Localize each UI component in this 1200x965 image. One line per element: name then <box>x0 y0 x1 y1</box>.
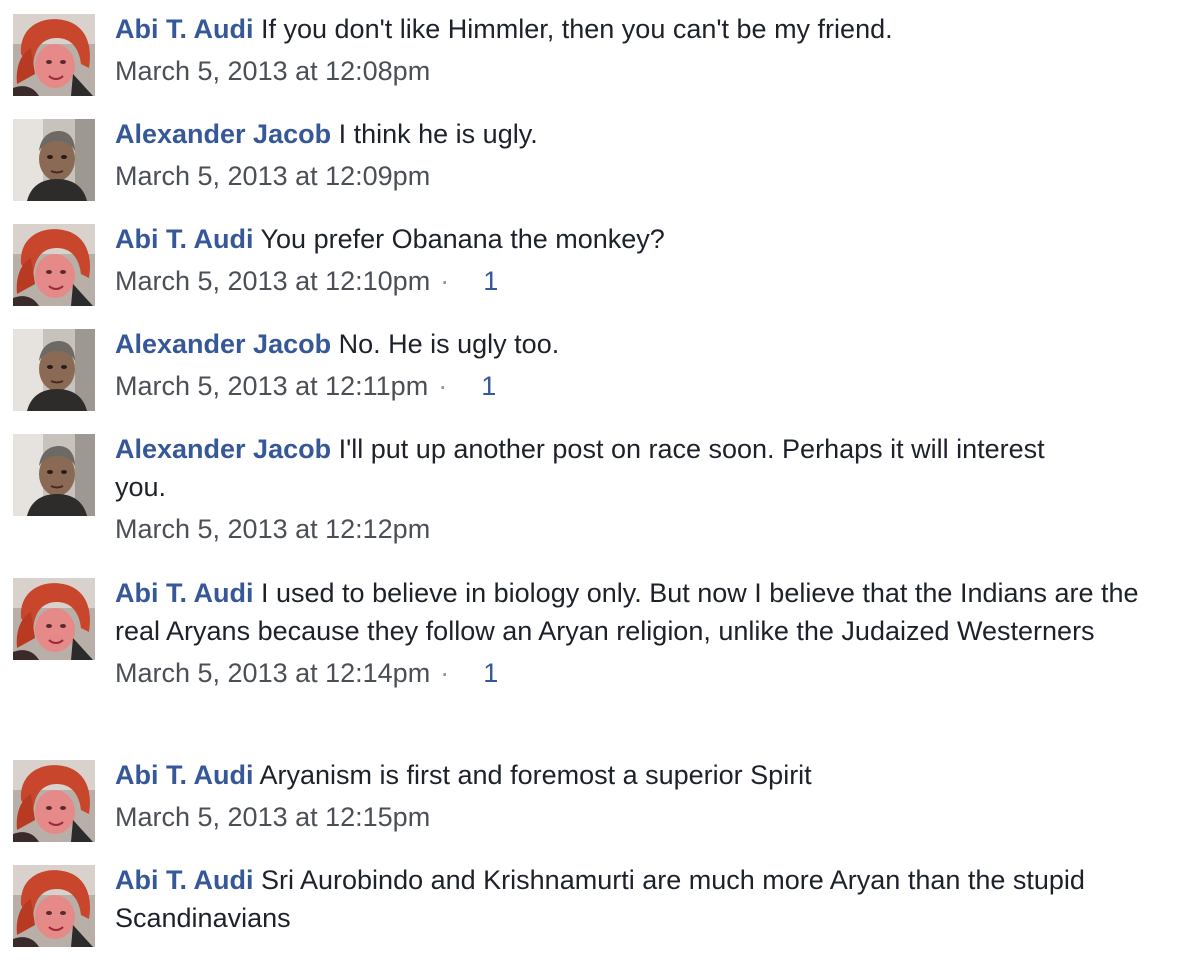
avatar-red-hair-woman-icon <box>13 578 95 660</box>
author-link[interactable]: Abi T. Audi <box>115 865 253 895</box>
comment-body: Alexander Jacob I'll put up another post… <box>115 430 1075 548</box>
comment-meta: March 5, 2013 at 12:12pm <box>115 510 1075 548</box>
comment-text: If you don't like Himmler, then you can'… <box>261 14 893 44</box>
comment-meta: March 5, 2013 at 12:08pm <box>115 52 1175 90</box>
like-count[interactable]: 1 <box>483 654 498 692</box>
comment-text-line: Abi T. Audi Aryanism is first and foremo… <box>115 756 1175 794</box>
comment-text: Aryanism is first and foremost a superio… <box>259 760 812 790</box>
like-count[interactable]: 1 <box>483 262 498 300</box>
comment-meta: March 5, 2013 at 12:09pm <box>115 157 1175 195</box>
avatar[interactable] <box>13 760 95 842</box>
avatar-red-hair-woman-icon <box>13 224 95 306</box>
comment-meta: March 5, 2013 at 12:15pm <box>115 798 1175 836</box>
comment-body: Abi T. Audi Sri Aurobindo and Krishnamur… <box>115 861 1155 937</box>
comment-meta: March 5, 2013 at 12:10pm · 1 <box>115 262 1175 300</box>
comment-body: Alexander Jacob I think he is ugly. Marc… <box>115 115 1175 195</box>
comment-text-line: Alexander Jacob I'll put up another post… <box>115 430 1075 506</box>
author-link[interactable]: Alexander Jacob <box>115 434 331 464</box>
avatar[interactable] <box>13 865 95 947</box>
avatar[interactable] <box>13 224 95 306</box>
comment-text: No. He is ugly too. <box>338 329 560 359</box>
comment-timestamp[interactable]: March 5, 2013 at 12:11pm <box>115 371 428 401</box>
comment-timestamp[interactable]: March 5, 2013 at 12:10pm <box>115 266 430 296</box>
comment-thread: Abi T. Audi If you don't like Himmler, t… <box>0 0 1200 965</box>
comment-timestamp[interactable]: March 5, 2013 at 12:09pm <box>115 161 430 191</box>
comment-body: Abi T. Audi You prefer Obanana the monke… <box>115 220 1175 300</box>
author-link[interactable]: Abi T. Audi <box>115 224 253 254</box>
comment-meta: March 5, 2013 at 12:14pm · 1 <box>115 654 1160 692</box>
comment-timestamp[interactable]: March 5, 2013 at 12:08pm <box>115 56 430 86</box>
meta-separator: · <box>440 658 450 688</box>
avatar-man-icon <box>13 119 95 201</box>
comment-text-line: Alexander Jacob No. He is ugly too. <box>115 325 1175 363</box>
avatar-red-hair-woman-icon <box>13 865 95 947</box>
comment-meta: March 5, 2013 at 12:11pm · 1 <box>115 367 1175 405</box>
comment-text-line: Abi T. Audi Sri Aurobindo and Krishnamur… <box>115 861 1155 937</box>
comment-text-line: Alexander Jacob I think he is ugly. <box>115 115 1175 153</box>
author-link[interactable]: Alexander Jacob <box>115 119 331 149</box>
meta-separator: · <box>440 266 450 296</box>
avatar[interactable] <box>13 434 95 516</box>
avatar[interactable] <box>13 329 95 411</box>
avatar[interactable] <box>13 14 95 96</box>
avatar[interactable] <box>13 119 95 201</box>
comment-text-line: Abi T. Audi You prefer Obanana the monke… <box>115 220 1175 258</box>
comment-text-line: Abi T. Audi I used to believe in biology… <box>115 574 1160 650</box>
comment-timestamp[interactable]: March 5, 2013 at 12:12pm <box>115 514 430 544</box>
avatar-red-hair-woman-icon <box>13 760 95 842</box>
avatar-red-hair-woman-icon <box>13 14 95 96</box>
avatar-man-icon <box>13 329 95 411</box>
comment-body: Abi T. Audi If you don't like Himmler, t… <box>115 10 1175 90</box>
avatar-man-icon <box>13 434 95 516</box>
author-link[interactable]: Abi T. Audi <box>115 578 253 608</box>
comment-text: I used to believe in biology only. But n… <box>115 578 1139 646</box>
author-link[interactable]: Alexander Jacob <box>115 329 331 359</box>
comment-text: You prefer Obanana the monkey? <box>260 224 665 254</box>
comment-text-line: Abi T. Audi If you don't like Himmler, t… <box>115 10 1175 48</box>
comment-text: Sri Aurobindo and Krishnamurti are much … <box>115 865 1085 933</box>
meta-separator: · <box>438 371 448 401</box>
like-count[interactable]: 1 <box>481 367 496 405</box>
comment-body: Alexander Jacob No. He is ugly too. Marc… <box>115 325 1175 405</box>
comment-text: I think he is ugly. <box>338 119 538 149</box>
avatar[interactable] <box>13 578 95 660</box>
comment-timestamp[interactable]: March 5, 2013 at 12:15pm <box>115 802 430 832</box>
comment-timestamp[interactable]: March 5, 2013 at 12:14pm <box>115 658 430 688</box>
author-link[interactable]: Abi T. Audi <box>115 760 253 790</box>
author-link[interactable]: Abi T. Audi <box>115 14 253 44</box>
comment-body: Abi T. Audi I used to believe in biology… <box>115 574 1160 692</box>
comment-body: Abi T. Audi Aryanism is first and foremo… <box>115 756 1175 836</box>
